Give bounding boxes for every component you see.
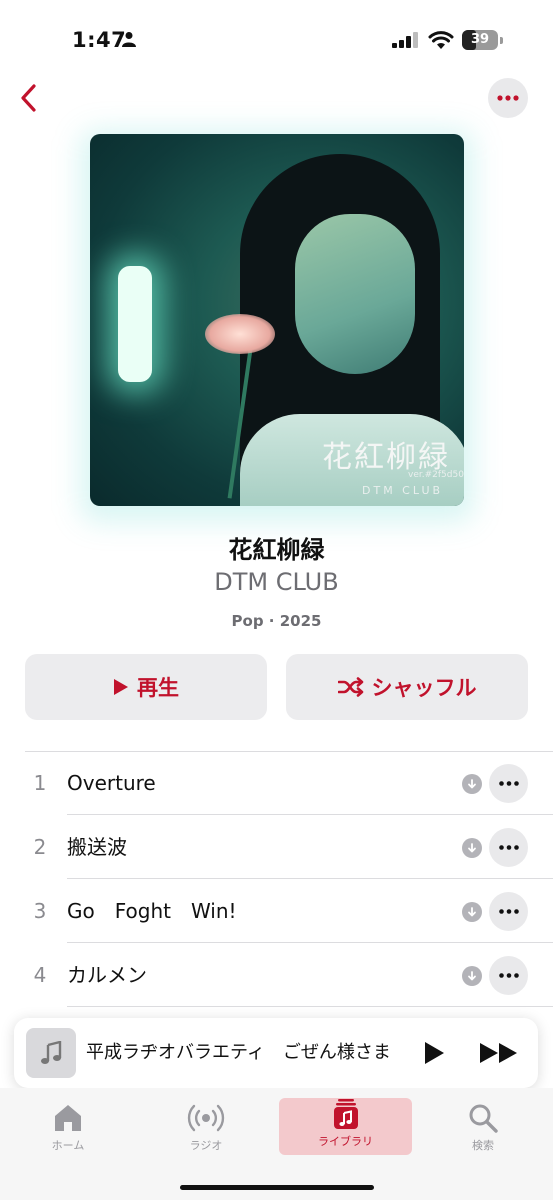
track-title: Go Foght Win! [67,899,237,923]
track-title: 搬送波 [67,835,127,859]
tab-label: 検索 [472,1139,494,1152]
tab-bar: ホーム ラジオ ライブラリ 検索 [0,1088,553,1200]
album-meta: Pop · 2025 [231,612,322,630]
shuffle-button[interactable]: シャッフル [286,654,528,720]
tab-radio[interactable]: ラジオ [156,1102,256,1158]
track-number: 4 [33,963,47,987]
battery-level: 39 [470,32,490,47]
tab-label: ホーム [51,1139,85,1152]
shuffle-button-label: シャッフル [371,676,477,700]
library-icon [333,1099,358,1129]
chevron-left-icon [21,84,36,112]
album-artist[interactable]: DTM CLUB [0,568,553,596]
track-title: Overture [67,771,156,795]
divider [67,1006,553,1007]
downloaded-icon [462,902,482,922]
tab-library[interactable]: ライブラリ [279,1098,412,1155]
ellipsis-icon [498,909,519,914]
play-button-label: 再生 [137,676,179,700]
track-number: 3 [33,899,47,923]
track-row[interactable]: 4 カルメン [25,944,553,1007]
artwork-face [295,214,415,374]
skip-forward-button[interactable] [477,1038,521,1068]
track-number: 1 [33,771,47,795]
wifi-icon [428,31,454,49]
now-playing-artwork [26,1028,76,1078]
forward-icon [480,1043,517,1063]
divider [67,878,553,879]
downloaded-icon [462,838,482,858]
back-button[interactable] [10,78,46,118]
ellipsis-icon [498,781,519,786]
tab-label: ライブラリ [318,1135,373,1148]
artwork-version: ver.#2f5d50 [408,470,464,480]
track-row[interactable]: 1 Overture [25,752,553,815]
artwork-flower [205,314,275,354]
person-icon [122,32,136,47]
album-title: 花紅柳緑 [228,536,325,564]
ellipsis-icon [497,95,519,101]
ellipsis-icon [498,845,519,850]
ellipsis-icon [498,973,519,978]
mini-player[interactable]: 平成ラヂオバラエティ ごぜん様さま [14,1018,538,1088]
artwork-light [118,266,152,382]
artwork-club: DTM CLUB [362,484,444,497]
music-note-icon [41,1041,62,1064]
track-more-button[interactable] [489,892,528,931]
track-number: 2 [33,835,47,859]
signal-icon [392,32,418,48]
play-icon [114,679,128,695]
album-more-button[interactable] [488,78,528,118]
downloaded-icon [462,774,482,794]
play-button[interactable]: 再生 [25,654,267,720]
downloaded-icon [462,966,482,986]
tab-home[interactable]: ホーム [18,1102,118,1158]
divider [67,942,553,943]
shuffle-icon [337,677,363,697]
track-more-button[interactable] [489,764,528,803]
radio-icon [187,1104,225,1132]
divider [67,814,553,815]
mini-play-button[interactable] [419,1038,449,1068]
play-icon [425,1042,444,1064]
track-row[interactable]: 3 Go Foght Win! [25,880,553,943]
home-indicator [180,1185,374,1190]
status-bar: 1:47 39 [0,0,553,80]
search-icon [469,1104,498,1133]
track-title: カルメン [67,963,147,987]
now-playing-title: 平成ラヂオバラエティ ごぜん様さま [86,1042,391,1063]
battery-tip [500,37,503,44]
battery-icon: 39 [462,30,498,50]
track-more-button[interactable] [489,956,528,995]
tab-search[interactable]: 検索 [433,1102,533,1158]
home-icon [55,1105,81,1131]
album-artwork[interactable]: 花紅柳緑 ver.#2f5d50 DTM CLUB [90,134,464,506]
status-time: 1:47 [72,28,127,52]
track-more-button[interactable] [489,828,528,867]
track-row[interactable]: 2 搬送波 [25,816,553,879]
tab-label: ラジオ [189,1139,223,1152]
